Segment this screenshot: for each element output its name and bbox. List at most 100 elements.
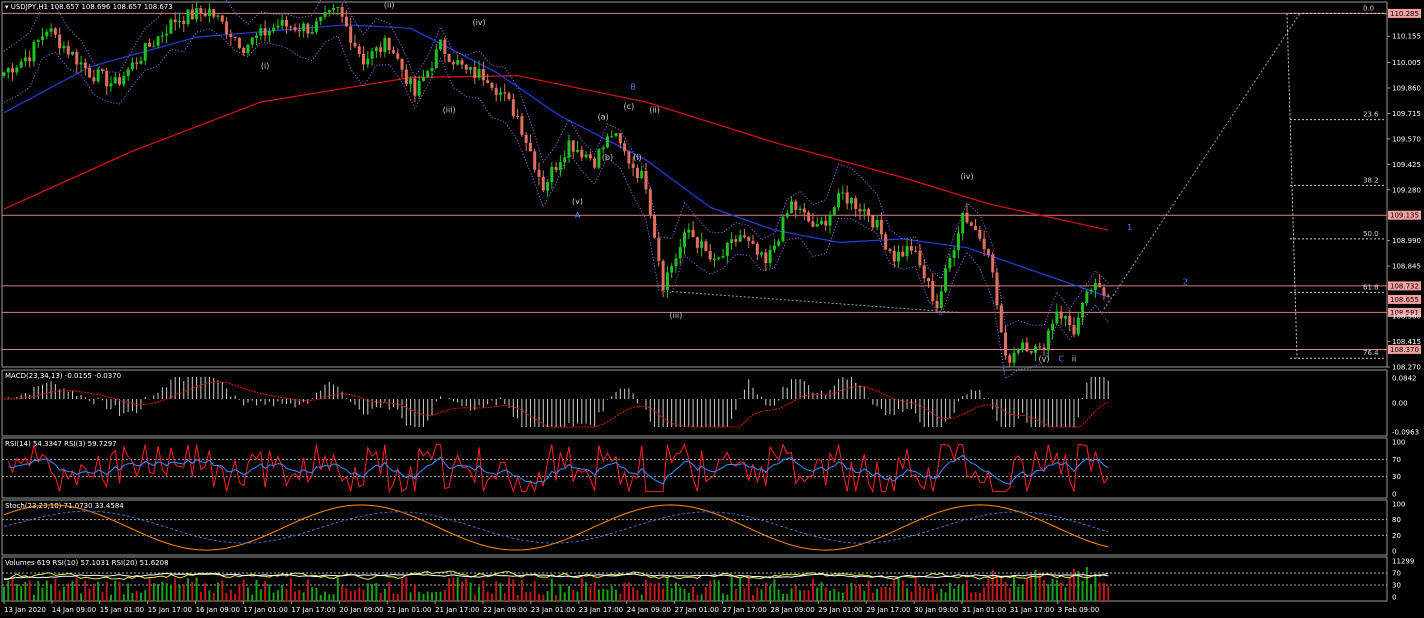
candle-body — [456, 60, 460, 65]
candle-body — [284, 19, 288, 27]
fib-level-label: 38.2 — [1363, 176, 1379, 184]
candle-body — [665, 272, 669, 291]
candle-body — [494, 88, 498, 95]
candle-body — [969, 222, 973, 226]
candle-body — [862, 209, 866, 212]
time-axis-label: 24 Jan 09:00 — [627, 606, 671, 614]
candle-body — [2, 72, 6, 76]
candle-body — [246, 44, 250, 54]
candle-body — [293, 27, 297, 31]
candle-body — [1098, 283, 1102, 288]
fib-level-label: 50.0 — [1363, 230, 1379, 238]
candle-body — [533, 151, 537, 170]
ma-slow-red-line — [3, 75, 1109, 231]
candle-body — [914, 250, 918, 252]
candle-body — [28, 57, 32, 62]
candle-body — [725, 242, 729, 256]
candle-body — [730, 239, 734, 243]
candle-body — [790, 201, 794, 214]
candle-body — [1076, 317, 1080, 335]
candle-body — [503, 92, 507, 94]
candle-body — [892, 250, 896, 262]
price-axis-label: 109.715 — [1392, 110, 1421, 118]
candle-body — [935, 301, 939, 309]
candle-body — [576, 149, 580, 152]
time-axis-label: 23 Jan 01:00 — [531, 606, 575, 614]
rsi-axis-label: 30 — [1392, 473, 1401, 481]
candle-body — [678, 247, 682, 259]
candle-body — [490, 83, 494, 89]
candle-body — [528, 142, 532, 152]
candle-body — [871, 215, 875, 228]
candle-body — [374, 47, 378, 52]
rsi-title: RSI(14) 54.3347 RSI(3) 59.7297 — [5, 440, 117, 448]
candle-body — [939, 291, 943, 309]
stoch-axis-label: 0 — [1392, 548, 1396, 556]
candle-body — [387, 38, 391, 51]
envelope-lower-line — [3, 28, 1109, 380]
candle-body — [918, 250, 922, 266]
chart-canvas[interactable]: 110.285109.135108.732108.655108.581108.3… — [0, 0, 1424, 618]
candle-body — [687, 229, 691, 233]
wave-label: (b) — [602, 153, 613, 162]
candle-body — [242, 47, 246, 54]
time-axis-label: 15 Jan 17:00 — [148, 606, 192, 614]
candle-body — [473, 67, 477, 78]
candle-body — [130, 62, 134, 70]
candle-body — [755, 243, 759, 255]
candle-body — [1085, 291, 1089, 303]
candle-body — [113, 77, 117, 84]
candle-body — [1051, 323, 1055, 331]
candle-body — [340, 6, 344, 17]
candle-body — [807, 212, 811, 222]
candle-body — [1016, 350, 1020, 353]
candle-body — [152, 45, 156, 47]
candle-body — [567, 140, 571, 158]
price-tag-label: 108.655 — [1390, 296, 1419, 304]
volumes-axis-label: 11299 — [1392, 558, 1414, 566]
candle-body — [802, 208, 806, 213]
candle-body — [32, 42, 36, 62]
candle-body — [250, 37, 254, 45]
price-axis-label: 109.425 — [1392, 161, 1421, 169]
candle-body — [96, 69, 100, 82]
rsi-axis-label: 70 — [1392, 456, 1401, 464]
candle-body — [1059, 311, 1063, 319]
candle-body — [207, 9, 211, 17]
candle-body — [302, 23, 306, 32]
candle-body — [798, 208, 802, 210]
price-tag-label: 110.285 — [1390, 10, 1419, 18]
candle-body — [481, 69, 485, 81]
candle-body — [507, 93, 511, 100]
wave-label: ii — [1072, 355, 1076, 364]
candle-body — [229, 34, 233, 38]
candle-body — [956, 233, 960, 251]
wave-label: 1 — [1127, 223, 1132, 232]
candle-body — [674, 258, 678, 267]
candle-body — [139, 60, 143, 64]
candle-body — [443, 39, 447, 54]
candle-body — [635, 167, 639, 179]
candle-body — [991, 254, 995, 273]
candle-body — [173, 19, 177, 22]
candle-body — [751, 240, 755, 244]
stoch-pane-frame — [1, 499, 1388, 556]
candle-body — [858, 209, 862, 212]
candle-body — [1055, 311, 1059, 324]
candle-body — [498, 92, 502, 95]
candle-body — [391, 50, 395, 54]
candle-body — [704, 241, 708, 251]
macd-axis-label: 0.00 — [1392, 400, 1408, 408]
candle-body — [477, 69, 481, 78]
rsi-axis-label: 100 — [1392, 439, 1405, 447]
price-axis-label: 108.415 — [1392, 338, 1421, 346]
volumes-axis-label: 30 — [1392, 582, 1401, 590]
macd-title: MACD(23,34,13) -0.0155 -0.0370 — [5, 372, 121, 380]
candle-body — [849, 198, 853, 204]
candle-body — [255, 35, 259, 38]
candle-body — [79, 62, 83, 65]
candle-body — [986, 249, 990, 255]
candle-body — [952, 250, 956, 258]
candle-body — [379, 47, 383, 52]
candle-body — [344, 16, 348, 27]
